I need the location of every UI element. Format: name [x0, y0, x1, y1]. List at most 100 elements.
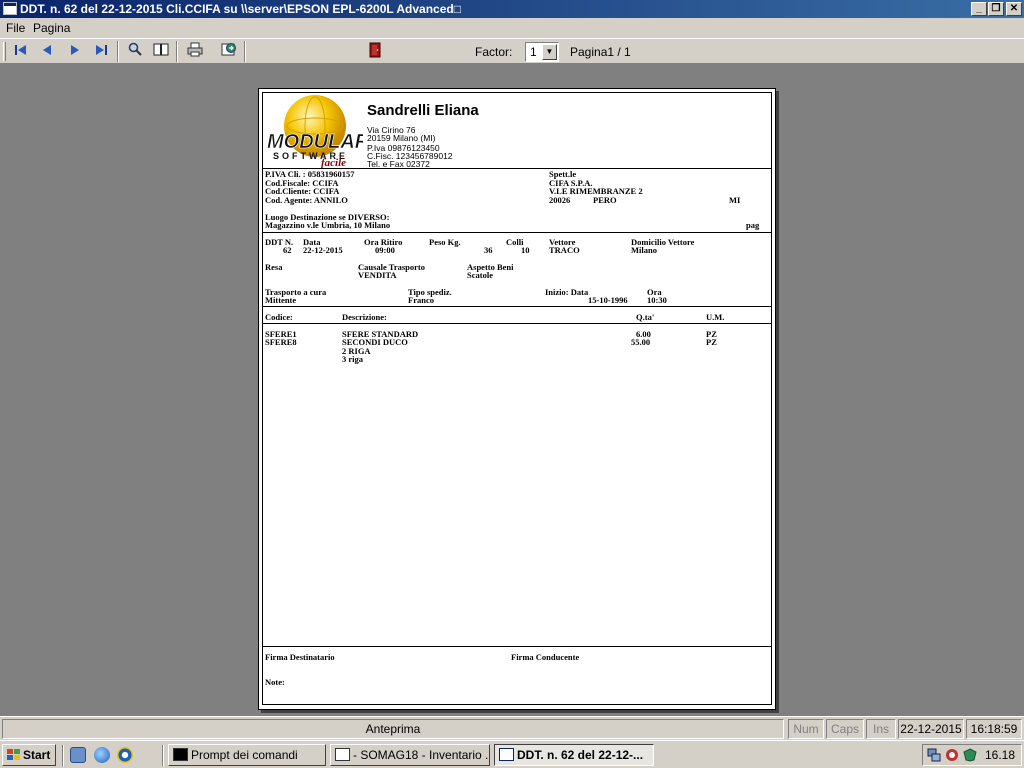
toolbar-separator	[117, 41, 119, 62]
toolbar-grip[interactable]	[3, 42, 6, 61]
client-city: PERO	[593, 195, 617, 205]
menu-bar: File Pagina	[0, 18, 1024, 38]
h-peso: Peso Kg.	[429, 237, 461, 247]
windows-flag-icon	[7, 749, 20, 760]
command-prompt-icon	[173, 748, 188, 761]
exit-door-icon[interactable]	[364, 42, 386, 62]
firma-destinatario: Firma Destinatario	[265, 652, 335, 662]
task-command-prompt[interactable]: Prompt dei comandi	[168, 744, 326, 766]
toolbar: Factor: 1 ▼ Pagina1 / 1	[0, 38, 1024, 64]
divider	[263, 306, 771, 307]
note-label: Note:	[265, 677, 285, 687]
task-label: Prompt dei comandi	[191, 748, 298, 762]
v-causale: VENDITA	[358, 270, 397, 280]
document-page: MODULAR SOFTWARE facile Sandrelli Eliana…	[258, 88, 776, 710]
task-ddt[interactable]: DDT. n. 62 del 22-12-...	[494, 744, 654, 766]
item-descrizione: 3 riga	[342, 354, 364, 364]
window-title: DDT. n. 62 del 22-12-2015 Cli.CCIFA su \…	[20, 2, 461, 16]
company-tel: Tel. e Fax 02372	[367, 159, 430, 169]
next-page-icon[interactable]	[63, 42, 85, 62]
export-icon[interactable]	[218, 42, 240, 62]
item-qta: 55.00	[631, 337, 651, 347]
taskbar: Start Prompt dei comandi - SOMAG18 - Inv…	[0, 740, 1024, 768]
task-label: - SOMAG18 - Inventario ...	[353, 748, 490, 762]
client-cap: 20026	[549, 195, 571, 205]
modular-software-logo: MODULAR SOFTWARE facile	[263, 93, 370, 173]
item-codice: SFERE8	[265, 337, 297, 347]
media-player-icon[interactable]	[117, 747, 133, 763]
company-city: 20159 Milano (MI)	[367, 133, 436, 143]
window-icon	[335, 748, 350, 761]
item-um: PZ	[706, 337, 717, 347]
first-page-icon[interactable]	[10, 42, 32, 62]
client-prov: MI	[729, 195, 741, 205]
client-agent: Cod. Agente: ANNILO	[265, 195, 348, 205]
status-bar: Anteprima Num Caps Ins 22-12-2015 16:18:…	[0, 716, 1024, 740]
chevron-down-icon[interactable]: ▼	[542, 44, 557, 60]
print-icon[interactable]	[184, 42, 206, 62]
toolbar-separator	[244, 41, 246, 62]
task-somag18[interactable]: - SOMAG18 - Inventario ...	[330, 744, 490, 766]
taskbar-clock[interactable]: 16.18	[985, 748, 1015, 762]
taskbar-separator	[62, 745, 64, 766]
divider	[263, 232, 771, 233]
divider	[263, 323, 771, 324]
preview-area[interactable]: MODULAR SOFTWARE facile Sandrelli Eliana…	[0, 65, 1024, 716]
status-shield-icon[interactable]	[963, 748, 977, 762]
network-icon[interactable]	[927, 748, 941, 762]
menu-pagina[interactable]: Pagina	[33, 21, 70, 35]
v-vettore: TRACO	[549, 245, 580, 255]
v-cura: Mittente	[265, 295, 297, 305]
toolbar-separator	[176, 41, 178, 62]
h-um: U.M.	[706, 312, 725, 322]
page-marker: pag	[746, 220, 760, 230]
factor-value: 1	[530, 45, 537, 59]
h-descrizione: Descrizione:	[342, 312, 387, 322]
status-caps: Caps	[826, 719, 864, 739]
status-ins: Ins	[866, 719, 896, 739]
last-page-icon[interactable]	[90, 42, 112, 62]
factor-select[interactable]: 1 ▼	[525, 42, 559, 62]
v-ddt: 62	[283, 245, 292, 255]
security-icon[interactable]	[945, 748, 959, 762]
app-icon	[3, 2, 17, 15]
show-desktop-icon[interactable]	[70, 747, 86, 763]
minimize-button[interactable]: _	[971, 2, 987, 16]
v-colli: 10	[521, 245, 530, 255]
logo-brand: MODULAR	[267, 131, 363, 153]
company-name: Sandrelli Eliana	[367, 102, 479, 119]
page-indicator: Pagina1 / 1	[570, 45, 631, 59]
divider	[263, 646, 771, 647]
v-inizio: 15-10-1996	[588, 295, 628, 305]
close-button[interactable]: ✕	[1006, 2, 1022, 16]
status-time: 16:18:59	[966, 719, 1022, 739]
factor-label: Factor:	[475, 45, 513, 59]
start-label: Start	[23, 748, 51, 762]
previous-page-icon[interactable]	[37, 42, 59, 62]
window-titlebar[interactable]: DDT. n. 62 del 22-12-2015 Cli.CCIFA su \…	[0, 0, 1024, 18]
h-codice: Codice:	[265, 312, 293, 322]
v-peso: 36	[484, 245, 493, 255]
document-frame: MODULAR SOFTWARE facile Sandrelli Eliana…	[262, 92, 772, 705]
status-mode: Anteprima	[2, 719, 784, 739]
task-label: DDT. n. 62 del 22-12-...	[517, 748, 644, 762]
v-domicilio: Milano	[631, 245, 657, 255]
v-ora-ritiro: 09:00	[375, 245, 395, 255]
taskbar-separator	[162, 745, 164, 766]
v-ora-inizio: 10:30	[647, 295, 667, 305]
h-inizio: Inizio: Data	[545, 287, 589, 297]
start-button[interactable]: Start	[2, 744, 56, 766]
menu-file[interactable]: File	[6, 21, 25, 35]
zoom-icon[interactable]	[124, 42, 146, 62]
status-num: Num	[788, 719, 824, 739]
v-tipo: Franco	[408, 295, 434, 305]
window-icon	[499, 748, 514, 761]
v-data: 22-12-2015	[303, 245, 343, 255]
system-tray: 16.18	[922, 744, 1022, 766]
h-qta: Q.ta'	[636, 312, 655, 322]
two-pages-icon[interactable]	[150, 42, 172, 62]
restore-button[interactable]: ❐	[988, 2, 1004, 16]
firma-conducente: Firma Conducente	[511, 652, 580, 662]
internet-explorer-icon[interactable]	[94, 747, 110, 763]
v-aspetto: Scatole	[467, 270, 493, 280]
